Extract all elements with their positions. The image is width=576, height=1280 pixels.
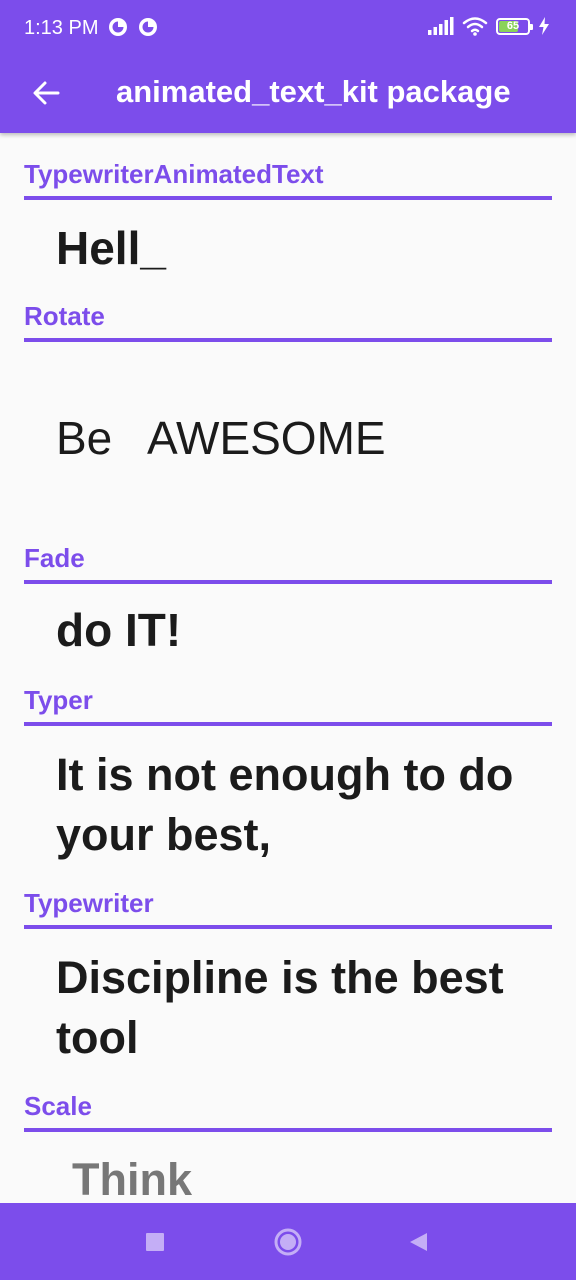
home-button[interactable] xyxy=(272,1226,304,1258)
typer-text-line: your best, xyxy=(56,809,272,860)
section-fade: Fade xyxy=(24,542,552,584)
status-notification-icons xyxy=(108,17,158,37)
typewriter-text-line: Discipline is the best xyxy=(56,952,504,1003)
section-divider xyxy=(24,722,552,726)
arrow-left-icon xyxy=(33,81,60,105)
notification-app-icon xyxy=(109,18,127,36)
signal-icon xyxy=(428,17,454,35)
section-divider xyxy=(24,196,552,200)
section-label: TypewriterAnimatedText xyxy=(24,159,324,189)
nav-back-button[interactable] xyxy=(402,1226,434,1258)
page-title: animated_text_kit package xyxy=(116,74,511,109)
fade-animated-text[interactable]: do IT! xyxy=(56,602,181,658)
back-button[interactable] xyxy=(24,71,68,115)
section-typewriter: Typewriter xyxy=(24,887,552,929)
wifi-icon xyxy=(462,17,488,36)
typewriter-text[interactable]: Discipline is the best tool xyxy=(56,948,504,1068)
section-label: Typer xyxy=(24,685,93,715)
typer-animated-text[interactable]: It is not enough to do your best, xyxy=(56,745,513,865)
battery-icon: 65 xyxy=(496,17,533,35)
notification-app-icon-2 xyxy=(139,18,157,36)
section-typer: Typer xyxy=(24,684,552,726)
battery-tip xyxy=(530,23,533,30)
system-navigation-bar xyxy=(0,1203,576,1280)
section-label: Fade xyxy=(24,543,85,573)
typer-text-line: It is not enough to do xyxy=(56,749,514,800)
rotate-static-text: Be xyxy=(56,412,113,464)
section-divider xyxy=(24,580,552,584)
charging-bolt-icon xyxy=(539,17,549,35)
square-icon xyxy=(146,1233,164,1251)
content-list[interactable]: TypewriterAnimatedText Hell_ Rotate Be A… xyxy=(0,133,576,1203)
triangle-back-icon xyxy=(410,1233,427,1251)
battery-level: 65 xyxy=(506,19,520,32)
section-divider xyxy=(24,1128,552,1132)
section-rotate: Rotate xyxy=(24,300,552,342)
section-label: Typewriter xyxy=(24,888,154,918)
typewriter-text-line: tool xyxy=(56,1012,139,1063)
circle-icon xyxy=(274,1228,302,1256)
status-time: 1:13 PM xyxy=(24,17,99,39)
status-bar: 1:13 PM 65 xyxy=(0,0,576,56)
scale-animated-text[interactable]: Think xyxy=(72,1152,192,1203)
toolbar: animated_text_kit package xyxy=(0,56,576,133)
section-typewriter-animated-text: TypewriterAnimatedText xyxy=(24,158,552,200)
rotate-rotating-text: AWESOME xyxy=(147,412,386,464)
section-divider xyxy=(24,925,552,929)
recents-button[interactable] xyxy=(139,1226,171,1258)
status-system-icons: 65 xyxy=(428,16,550,36)
typewriter-animated-text[interactable]: Hell_ xyxy=(56,220,166,276)
section-divider xyxy=(24,338,552,342)
section-scale: Scale xyxy=(24,1090,552,1132)
section-label: Rotate xyxy=(24,301,105,331)
app-bar: 1:13 PM 65 animated_text_kit package xyxy=(0,0,576,133)
section-label: Scale xyxy=(24,1091,92,1121)
rotate-animated-text[interactable]: Be AWESOME xyxy=(56,410,386,466)
